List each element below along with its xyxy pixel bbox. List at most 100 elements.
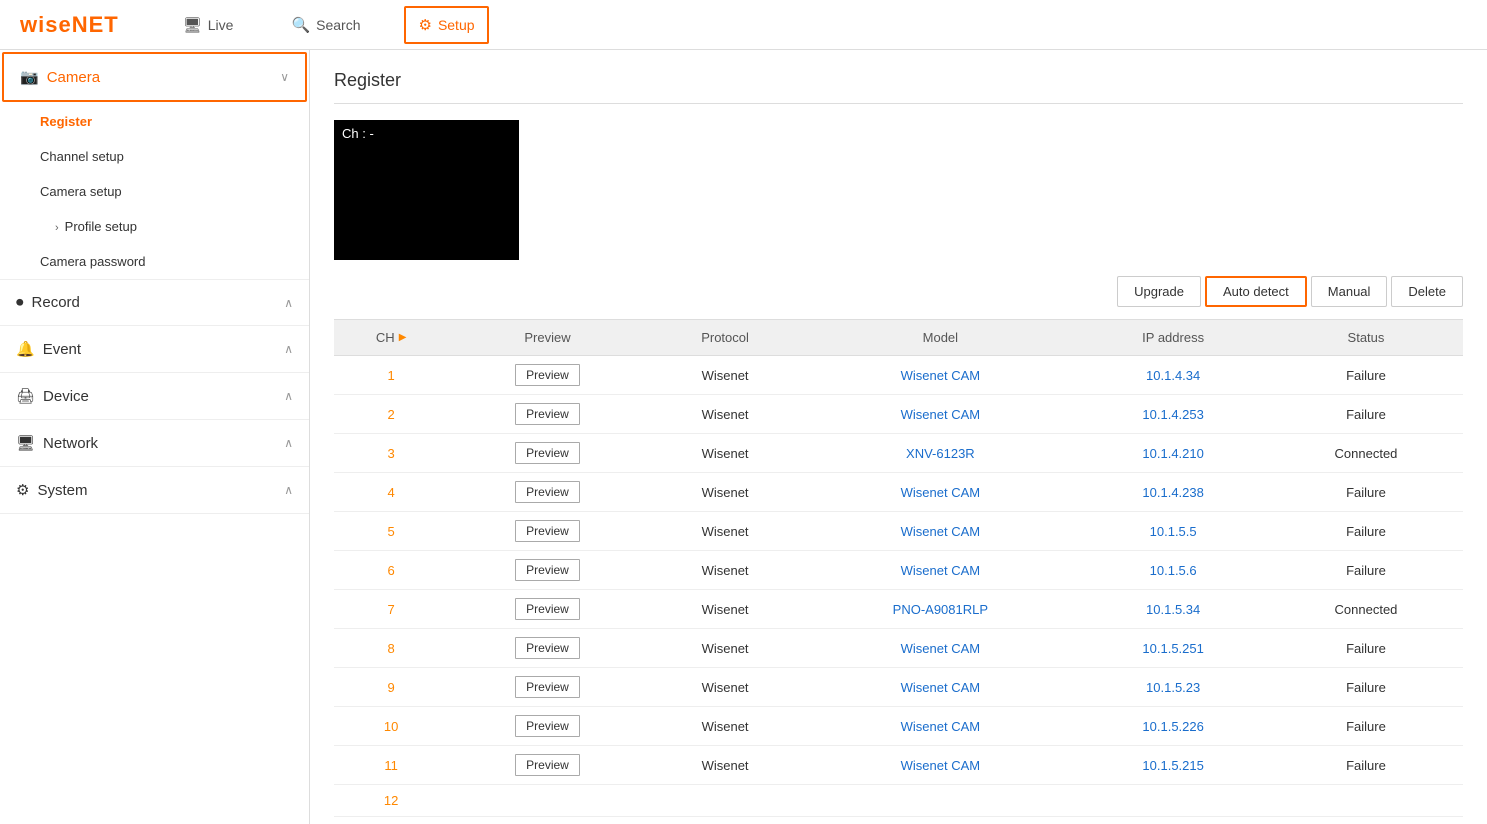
cell-preview: Preview (448, 356, 646, 395)
preview-button[interactable]: Preview (515, 559, 580, 581)
cell-protocol: Wisenet (647, 473, 804, 512)
cell-model: PNO-A9081RLP (803, 590, 1077, 629)
sidebar-camera-label: Camera (47, 69, 100, 86)
cell-model: Wisenet CAM (803, 629, 1077, 668)
table-row: 4PreviewWisenetWisenet CAM10.1.4.238Fail… (334, 473, 1463, 512)
auto-detect-button[interactable]: Auto detect (1205, 276, 1307, 307)
cell-status: Failure (1269, 512, 1463, 551)
cell-model: Wisenet CAM (803, 512, 1077, 551)
cell-preview: Preview (448, 395, 646, 434)
table-row: 10PreviewWisenetWisenet CAM10.1.5.226Fai… (334, 707, 1463, 746)
sidebar-system-left: ⚙ System (16, 481, 87, 499)
sidebar-section-network: 🖥 Network ∧ (0, 420, 309, 467)
sidebar-system-header[interactable]: ⚙ System ∧ (0, 467, 309, 513)
cell-protocol: Wisenet (647, 746, 804, 785)
system-icon: ⚙ (16, 481, 29, 499)
cell-protocol (647, 785, 804, 817)
cell-ch: 8 (334, 629, 448, 668)
cell-ch: 1 (334, 356, 448, 395)
cell-preview: Preview (448, 473, 646, 512)
cell-protocol: Wisenet (647, 395, 804, 434)
cell-ip: 10.1.4.253 (1077, 395, 1269, 434)
cell-protocol: Wisenet (647, 434, 804, 473)
camera-collapse-icon: ∨ (280, 70, 289, 84)
cell-preview: Preview (448, 551, 646, 590)
sidebar-device-header[interactable]: 🖨 Device ∧ (0, 373, 309, 419)
record-icon: ⏺ (16, 294, 24, 311)
main-layout: 📷 Camera ∨ Register Channel setup Camera… (0, 50, 1487, 824)
table-body: 1PreviewWisenetWisenet CAM10.1.4.34Failu… (334, 356, 1463, 824)
cell-ch: 10 (334, 707, 448, 746)
cell-status: Failure (1269, 473, 1463, 512)
nav-live[interactable]: 🖥 Live (169, 6, 248, 44)
cell-ip: 10.1.5.226 (1077, 707, 1269, 746)
preview-button[interactable]: Preview (515, 754, 580, 776)
nav-search-label: Search (316, 17, 360, 33)
main-content: Register Ch : - Upgrade Auto detect Manu… (310, 50, 1487, 824)
arrow-right-icon: › (55, 222, 59, 234)
camera-table: CH ▶ Preview Protocol Model IP address S… (334, 319, 1463, 824)
cell-preview (448, 785, 646, 817)
cell-preview: Preview (448, 707, 646, 746)
cell-ip: 10.1.4.210 (1077, 434, 1269, 473)
preview-button[interactable]: Preview (515, 598, 580, 620)
cell-ch: 6 (334, 551, 448, 590)
table-header-row: CH ▶ Preview Protocol Model IP address S… (334, 320, 1463, 356)
cell-ch: 12 (334, 785, 448, 817)
table-row: 1PreviewWisenetWisenet CAM10.1.4.34Failu… (334, 356, 1463, 395)
cell-protocol: Wisenet (647, 356, 804, 395)
cell-ip: 10.1.5.5 (1077, 512, 1269, 551)
nav-search[interactable]: 🔍 Search (277, 6, 374, 44)
logo-part2: NET (72, 12, 119, 37)
col-ip: IP address (1077, 320, 1269, 356)
cell-protocol (647, 817, 804, 824)
preview-button[interactable]: Preview (515, 520, 580, 542)
sidebar-event-header[interactable]: 🔔 Event ∧ (0, 326, 309, 372)
cell-status: Failure (1269, 629, 1463, 668)
cell-model: Wisenet CAM (803, 473, 1077, 512)
cell-model (803, 785, 1077, 817)
sidebar-camera-header[interactable]: 📷 Camera ∨ (2, 52, 307, 102)
sidebar-item-channel-setup[interactable]: Channel setup (0, 139, 309, 174)
cell-status: Failure (1269, 551, 1463, 590)
ch-sort-icon[interactable]: ▶ (399, 332, 407, 343)
preview-button[interactable]: Preview (515, 364, 580, 386)
table-row: 9PreviewWisenetWisenet CAM10.1.5.23Failu… (334, 668, 1463, 707)
col-preview: Preview (448, 320, 646, 356)
logo-part1: wise (20, 12, 72, 37)
cell-ch: 5 (334, 512, 448, 551)
table-row: 7PreviewWisenetPNO-A9081RLP10.1.5.34Conn… (334, 590, 1463, 629)
preview-button[interactable]: Preview (515, 481, 580, 503)
delete-button[interactable]: Delete (1391, 276, 1463, 307)
col-status: Status (1269, 320, 1463, 356)
preview-button[interactable]: Preview (515, 715, 580, 737)
sidebar-event-label: Event (43, 341, 81, 358)
preview-button[interactable]: Preview (515, 403, 580, 425)
cell-preview: Preview (448, 668, 646, 707)
col-model: Model (803, 320, 1077, 356)
sidebar-item-camera-setup[interactable]: Camera setup (0, 174, 309, 209)
cell-model: Wisenet CAM (803, 551, 1077, 590)
sidebar-section-device: 🖨 Device ∧ (0, 373, 309, 420)
sidebar-item-profile-setup[interactable]: ›Profile setup (0, 209, 309, 244)
network-collapse-icon: ∧ (284, 436, 293, 450)
sidebar-device-left: 🖨 Device (16, 387, 89, 405)
sidebar-item-camera-password[interactable]: Camera password (0, 244, 309, 279)
cell-ch: 9 (334, 668, 448, 707)
cell-protocol: Wisenet (647, 668, 804, 707)
upgrade-button[interactable]: Upgrade (1117, 276, 1201, 307)
cell-preview: Preview (448, 512, 646, 551)
preview-button[interactable]: Preview (515, 676, 580, 698)
page-title: Register (334, 70, 1463, 104)
preview-button[interactable]: Preview (515, 442, 580, 464)
sidebar-event-left: 🔔 Event (16, 340, 81, 358)
manual-button[interactable]: Manual (1311, 276, 1388, 307)
cell-status: Failure (1269, 356, 1463, 395)
col-protocol: Protocol (647, 320, 804, 356)
sidebar-record-header[interactable]: ⏺ Record ∧ (0, 280, 309, 325)
nav-setup[interactable]: ⚙ Setup (404, 6, 488, 44)
sidebar-network-header[interactable]: 🖥 Network ∧ (0, 420, 309, 466)
sidebar-item-register[interactable]: Register (0, 104, 309, 139)
preview-button[interactable]: Preview (515, 637, 580, 659)
cell-ch: 2 (334, 395, 448, 434)
